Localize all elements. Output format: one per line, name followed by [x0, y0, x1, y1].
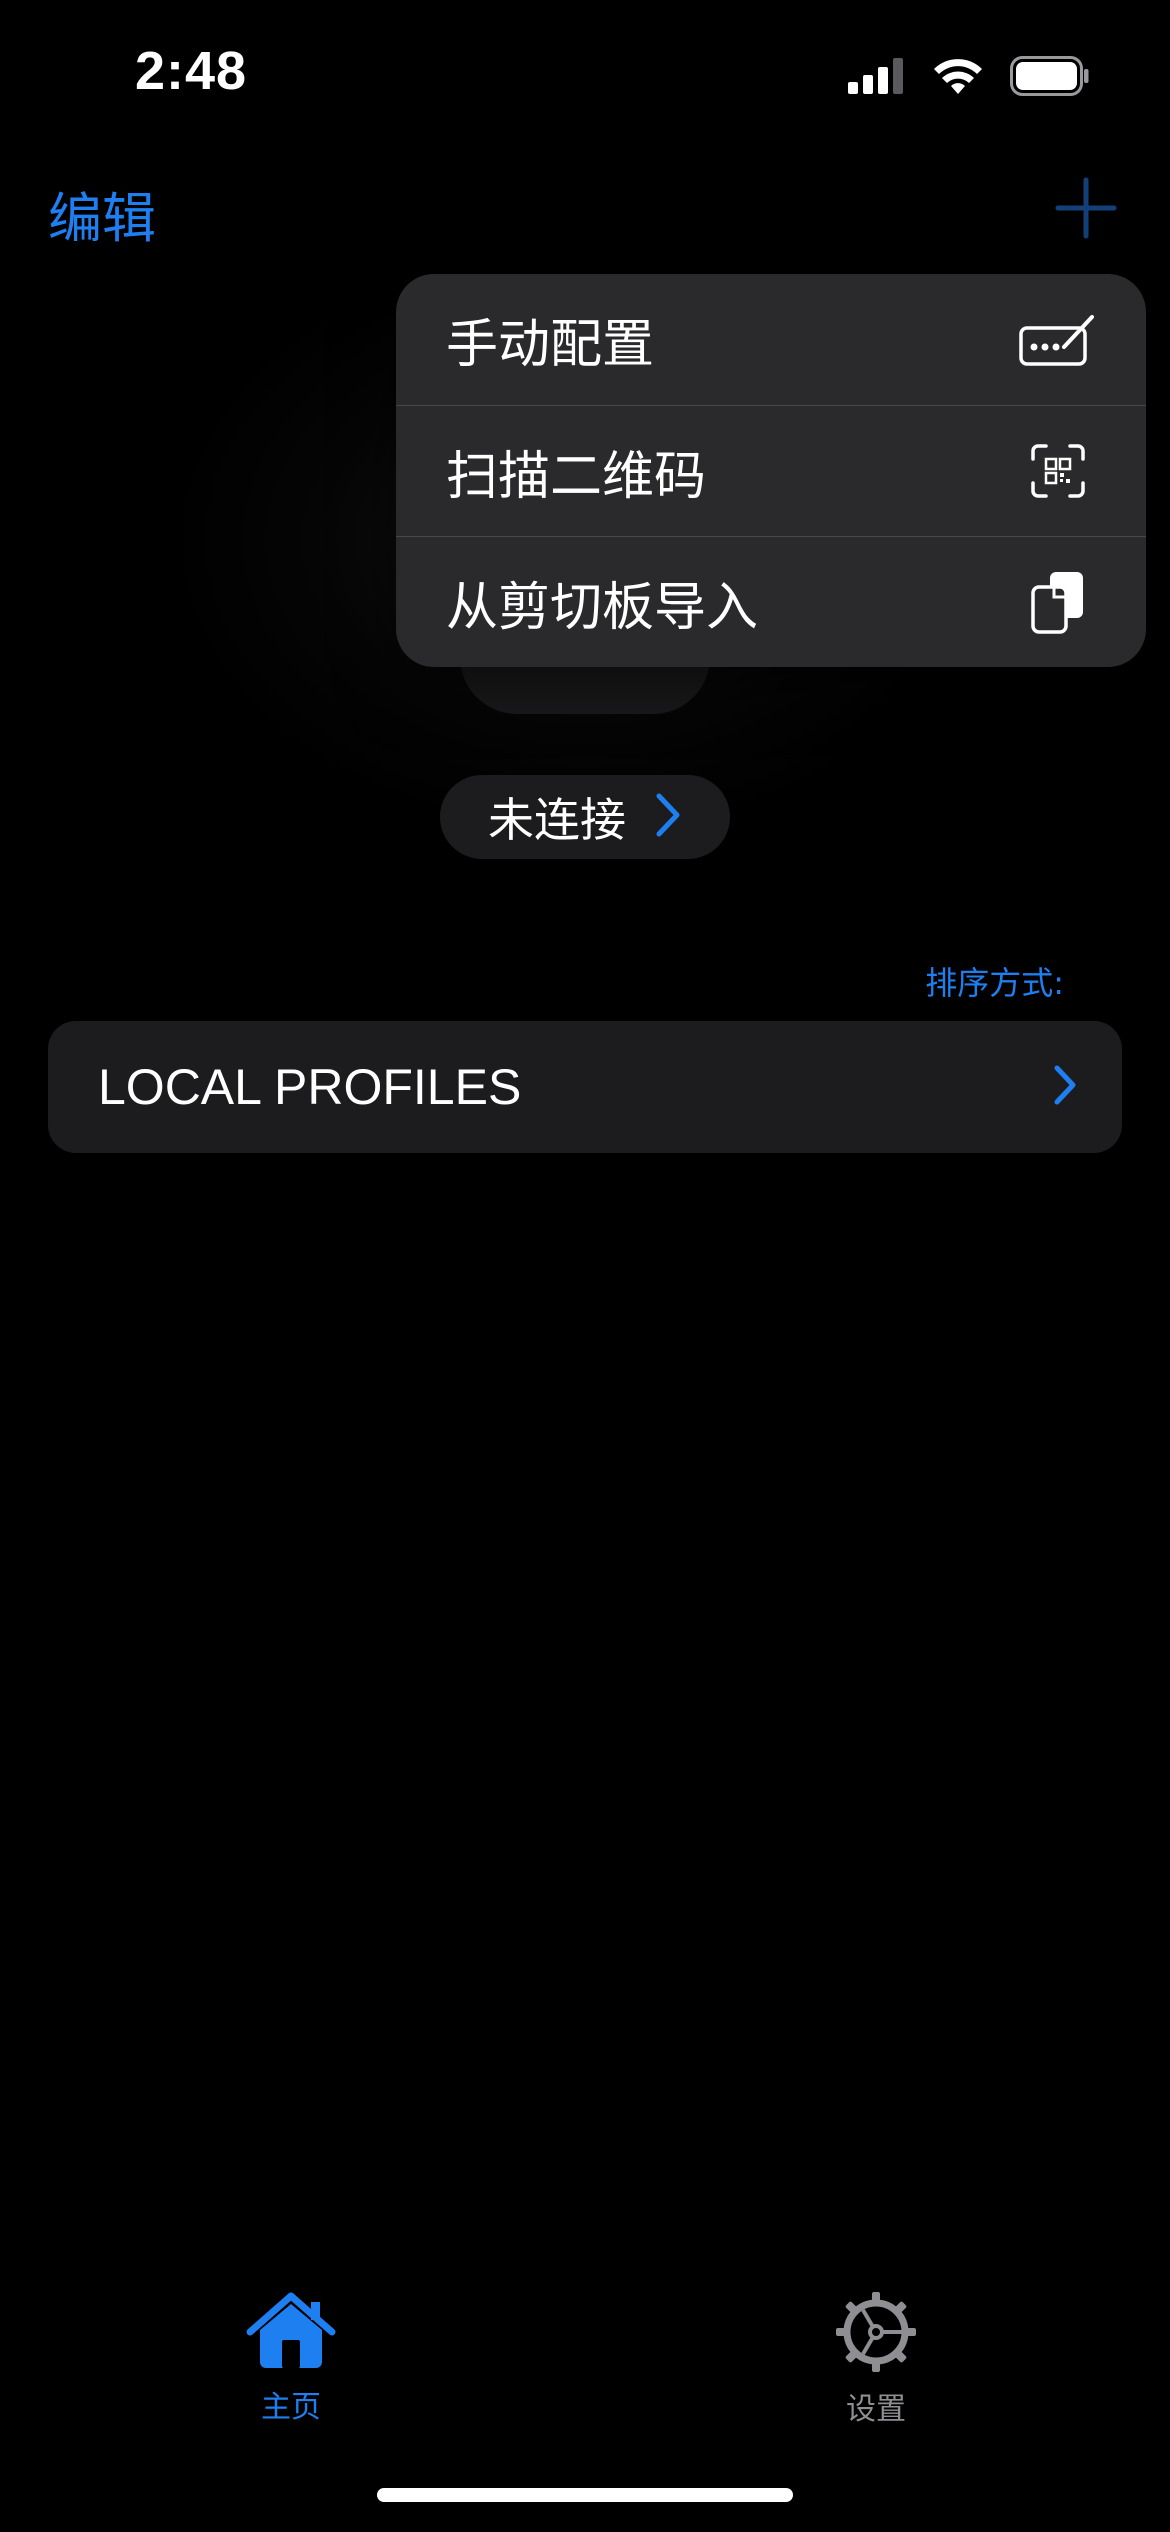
sort-button[interactable]: 排序方式: [925, 958, 1064, 1004]
tab-home[interactable]: 主页 [191, 2292, 391, 2426]
cellular-signal-icon [848, 58, 906, 98]
menu-item-import-clipboard[interactable]: 从剪切板导入 [396, 536, 1146, 667]
qr-scan-icon [1018, 436, 1098, 506]
chevron-right-icon [1052, 1064, 1078, 1110]
home-icon [246, 2292, 336, 2374]
status-time: 2:48 [135, 41, 248, 101]
add-menu: 手动配置 扫描二维码 从剪切板导入 [396, 274, 1146, 667]
home-indicator [377, 2488, 793, 2502]
wifi-icon [932, 56, 984, 100]
battery-icon [1010, 56, 1090, 100]
chevron-right-icon [654, 792, 682, 842]
plus-icon[interactable] [1054, 176, 1118, 240]
connection-status-label: 未连接 [488, 793, 626, 847]
edit-button[interactable]: 编辑 [48, 174, 156, 253]
tab-home-label: 主页 [261, 2390, 321, 2425]
menu-item-manual-config[interactable]: 手动配置 [396, 274, 1146, 405]
menu-item-scan-qr[interactable]: 扫描二维码 [396, 405, 1146, 536]
gear-icon [836, 2292, 916, 2376]
local-profiles-row[interactable]: LOCAL PROFILES [48, 1021, 1122, 1153]
tab-settings-label: 设置 [846, 2392, 906, 2427]
clipboard-icon [1018, 567, 1098, 637]
local-profiles-label: LOCAL PROFILES [98, 1059, 522, 1115]
menu-item-label: 扫描二维码 [446, 446, 707, 507]
edit-config-icon [1018, 305, 1098, 375]
menu-item-label: 从剪切板导入 [446, 577, 759, 638]
connection-status-button[interactable]: 未连接 [440, 775, 730, 859]
status-icons [848, 56, 1090, 100]
tab-settings[interactable]: 设置 [776, 2292, 976, 2428]
menu-item-label: 手动配置 [446, 315, 655, 375]
